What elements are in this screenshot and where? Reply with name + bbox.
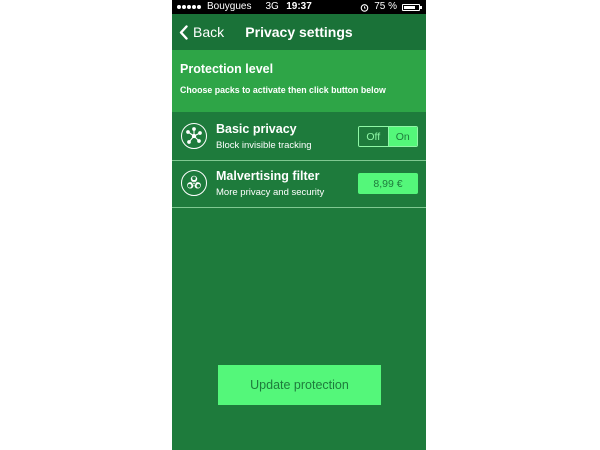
protection-heading: Protection level: [180, 62, 274, 76]
toggle-off[interactable]: Off: [359, 127, 389, 146]
status-bar: Bouygues 3G 19:37 75 %: [172, 0, 426, 14]
update-protection-button[interactable]: Update protection: [218, 365, 381, 405]
protection-header: Protection level Choose packs to activat…: [172, 50, 426, 112]
biohazard-icon: [181, 170, 207, 196]
status-right: 75 %: [360, 0, 422, 14]
phone-screen: Bouygues 3G 19:37 75 % Back Privacy sett…: [172, 0, 426, 450]
pack-description: More privacy and security: [216, 187, 325, 198]
nav-bar: Back Privacy settings: [172, 14, 426, 50]
protection-instructions: Choose packs to activate then click butt…: [180, 85, 386, 95]
pack-row-malvertising-filter: Malvertising filter More privacy and sec…: [172, 161, 426, 208]
pack-description: Block invisible tracking: [216, 140, 312, 151]
battery-percent: 75 %: [374, 1, 397, 12]
pack-row-basic-privacy: Basic privacy Block invisible tracking O…: [172, 114, 426, 161]
basic-privacy-toggle[interactable]: Off On: [358, 126, 418, 147]
battery-icon: [402, 3, 422, 11]
battery-fill: [404, 5, 415, 9]
pack-title: Basic privacy: [216, 122, 297, 136]
buy-price-button[interactable]: 8,99 €: [358, 173, 418, 194]
toggle-on[interactable]: On: [388, 127, 417, 146]
tracker-block-icon: [181, 123, 207, 149]
page-title: Privacy settings: [245, 24, 353, 40]
alarm-clock-icon: [360, 3, 369, 12]
pack-title: Malvertising filter: [216, 169, 320, 183]
